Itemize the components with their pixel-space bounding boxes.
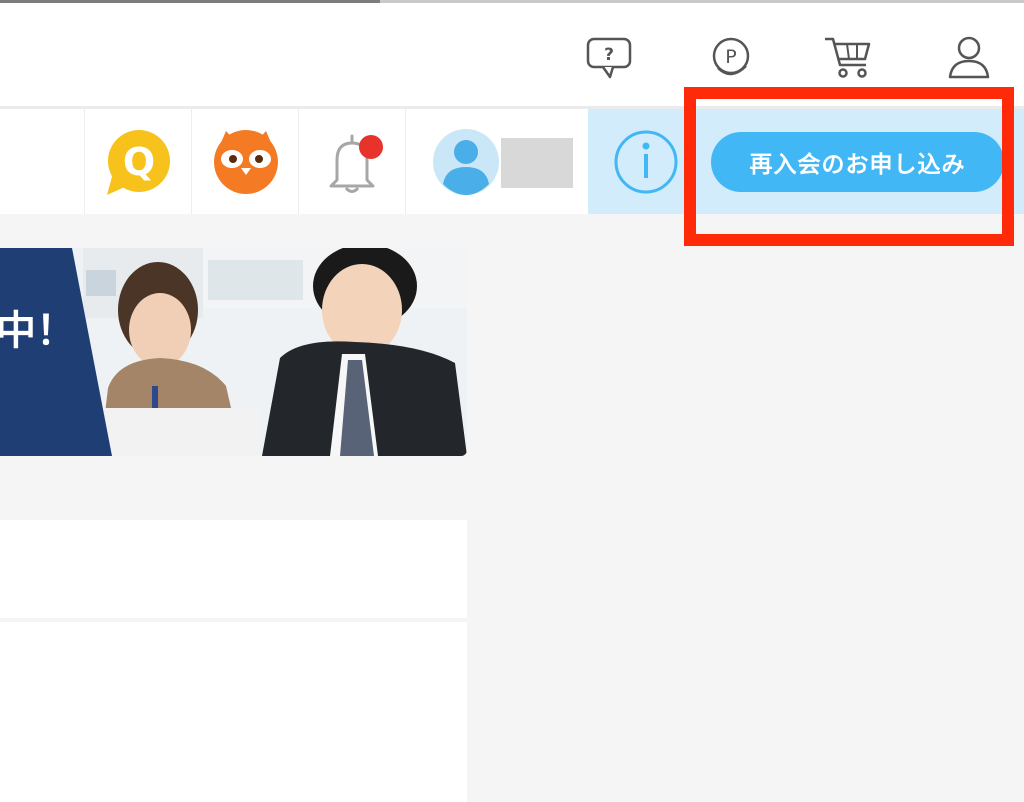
points-coin-icon[interactable]: P (704, 33, 756, 83)
content-card (0, 622, 467, 802)
profile-nav-item[interactable] (405, 109, 588, 214)
qa-nav-item[interactable]: Q (84, 109, 191, 214)
content-card (0, 520, 467, 618)
svg-text:Q: Q (123, 140, 155, 184)
help-bubble-icon[interactable]: ? (583, 33, 635, 83)
svg-text:P: P (725, 46, 736, 68)
site-header: ? P (0, 3, 1024, 106)
masked-username (501, 138, 573, 188)
cart-icon[interactable] (822, 33, 874, 83)
rejoin-application-button[interactable]: 再入会のお申し込み (711, 132, 1004, 192)
user-icon[interactable] (943, 33, 995, 83)
sub-navigation: Q 再入会のお申し込み (0, 109, 1024, 214)
notifications-nav-item[interactable] (298, 109, 405, 214)
qa-icon: Q (107, 130, 170, 195)
owl-nav-item[interactable] (191, 109, 298, 214)
svg-text:?: ? (604, 45, 614, 65)
banner-headline-fragment: 中！ (0, 307, 76, 354)
notification-badge (359, 135, 383, 159)
avatar (433, 129, 573, 195)
owl-icon (214, 130, 278, 194)
info-icon[interactable] (588, 109, 708, 214)
bell-icon (329, 134, 383, 193)
